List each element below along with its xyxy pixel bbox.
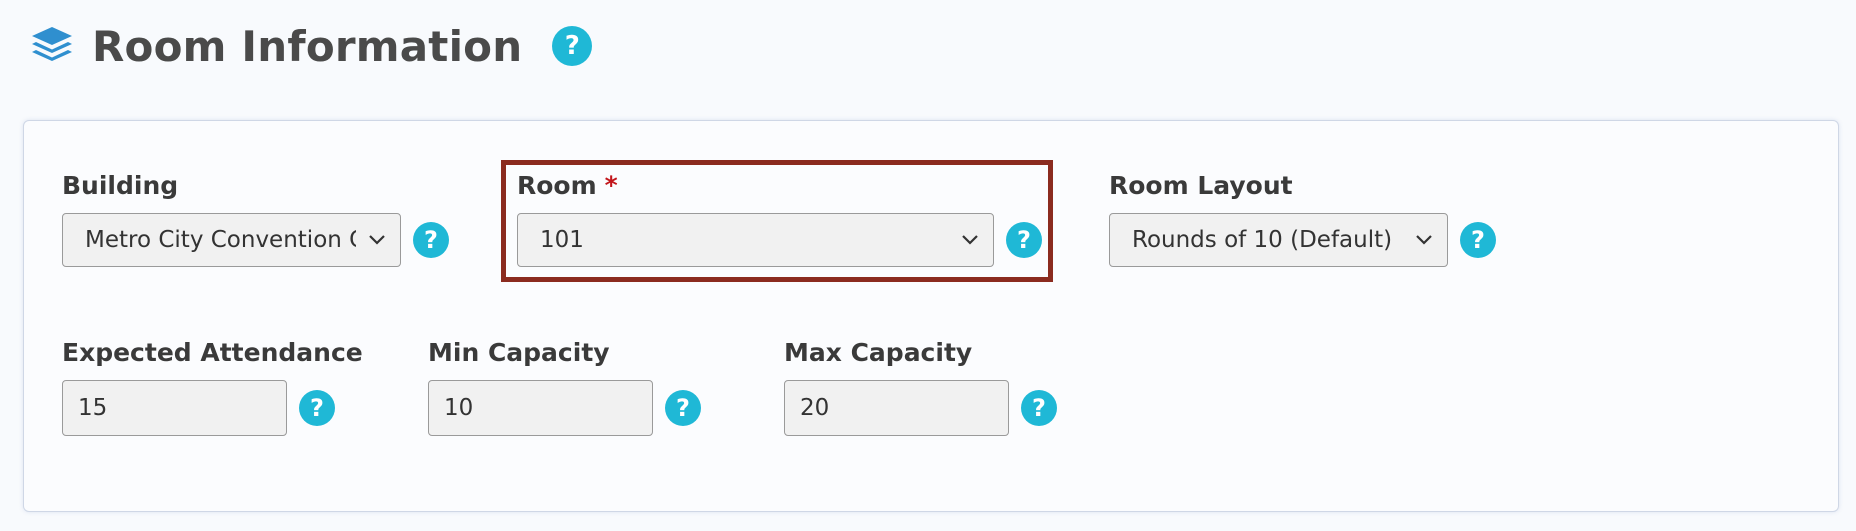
min-capacity-field: Min Capacity 10 ? — [428, 336, 701, 436]
chevron-down-icon — [1416, 235, 1432, 245]
max-capacity-field: Max Capacity 20 ? — [784, 336, 1057, 436]
expected-attendance-input[interactable]: 15 — [62, 380, 287, 436]
building-select[interactable]: Metro City Convention Center — [62, 213, 401, 267]
room-select[interactable]: 101 — [517, 213, 994, 267]
room-label-text: Room — [517, 171, 597, 200]
expected-attendance-help-icon[interactable]: ? — [299, 390, 335, 426]
building-label: Building — [62, 171, 179, 200]
room-layout-select-value: Rounds of 10 (Default) — [1132, 227, 1393, 253]
page: Room Information ? Building Metro City C… — [0, 0, 1856, 531]
building-help-icon[interactable]: ? — [413, 222, 449, 258]
min-capacity-input[interactable]: 10 — [428, 380, 653, 436]
min-capacity-help-icon[interactable]: ? — [665, 390, 701, 426]
help-icon[interactable]: ? — [552, 26, 593, 66]
room-label: Room * — [517, 169, 1042, 203]
room-layout-label: Room Layout — [1109, 171, 1293, 200]
max-capacity-label: Max Capacity — [784, 338, 973, 367]
chevron-down-icon — [962, 235, 978, 245]
room-layout-help-icon[interactable]: ? — [1460, 222, 1496, 258]
max-capacity-input[interactable]: 20 — [784, 380, 1009, 436]
room-layout-field: Room Layout Rounds of 10 (Default) ? — [1109, 169, 1496, 267]
required-asterisk: * — [604, 171, 618, 200]
expected-attendance-label: Expected Attendance — [62, 338, 363, 367]
max-capacity-help-icon[interactable]: ? — [1021, 390, 1057, 426]
room-select-value: 101 — [540, 227, 584, 253]
room-help-icon[interactable]: ? — [1006, 222, 1042, 258]
section-header: Room Information ? — [30, 14, 593, 78]
building-select-value: Metro City Convention Center — [85, 227, 356, 253]
chevron-down-icon — [369, 235, 385, 245]
min-capacity-label: Min Capacity — [428, 338, 610, 367]
expected-attendance-field: Expected Attendance 15 ? — [62, 336, 363, 436]
page-title: Room Information — [92, 21, 523, 71]
building-field: Building Metro City Convention Center ? — [62, 169, 449, 267]
layers-icon — [30, 24, 74, 68]
room-field: Room * 101 ? — [517, 169, 1042, 267]
room-layout-select[interactable]: Rounds of 10 (Default) — [1109, 213, 1448, 267]
